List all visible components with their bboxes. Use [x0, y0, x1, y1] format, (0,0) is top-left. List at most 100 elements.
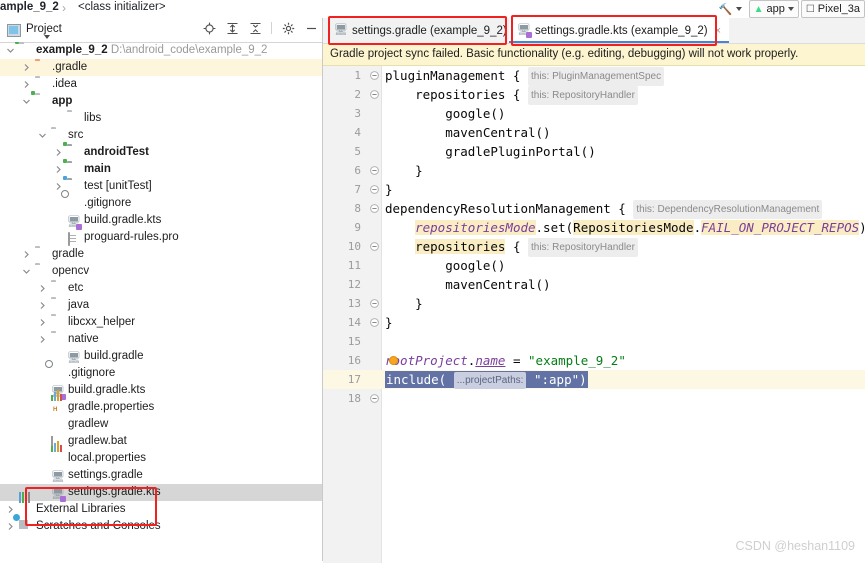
folder-orange-icon [35, 61, 48, 74]
editor-tab-settings-gradle[interactable]: 🖥settings.gradle (example_9_2)× [326, 18, 529, 43]
tree-item-gitignore[interactable]: .gitignore [0, 365, 322, 382]
code-line-17[interactable]: 17 include( ...projectPaths: ":app") [323, 370, 865, 389]
editor-tab-settings-gradle-kts[interactable]: 🖥 settings.gradle.kts (example_9_2) × [509, 18, 730, 43]
code-line-13[interactable]: 13 } [323, 294, 865, 313]
tree-item-gradle-properties[interactable]: gradle.properties [0, 390, 322, 416]
tree-item-libcxx-helper[interactable]: libcxx_helper [0, 314, 322, 331]
line-number: 10 [347, 240, 361, 253]
intention-bulb-icon[interactable] [389, 356, 398, 365]
fold-toggle-icon[interactable] [370, 318, 379, 327]
tree-item-test-unittest[interactable]: test [unitTest] [0, 178, 322, 195]
tree-item-idea[interactable]: .idea [0, 76, 322, 93]
run-configuration-selector[interactable]: ▲ app [748, 0, 799, 18]
fold-toggle-icon[interactable] [370, 299, 379, 308]
tree-item-libs[interactable]: libs [0, 110, 322, 127]
tree-item-gradle[interactable]: .gradle [0, 59, 322, 76]
code-line-11[interactable]: 11 google() [323, 256, 865, 275]
disclosure-right-icon[interactable] [22, 80, 31, 89]
code-text: mavenCentral() [385, 277, 551, 292]
tree-item-app[interactable]: app [0, 93, 322, 110]
tree-item-label: gradle [52, 248, 84, 260]
tree-item-gradle[interactable]: gradle [0, 246, 322, 263]
code-line-18[interactable]: 18 [323, 389, 865, 408]
disclosure-right-icon[interactable] [54, 165, 63, 174]
folder-icon [35, 78, 48, 91]
tree-item-external-libraries[interactable]: External Libraries [0, 492, 322, 518]
expand-all-icon[interactable] [225, 21, 239, 35]
tree-item-scratches-and-consoles[interactable]: Scratches and Consoles [0, 518, 322, 535]
disclosure-right-icon[interactable] [22, 250, 31, 259]
fold-toggle-icon[interactable] [370, 204, 379, 213]
tree-item-settings-gradle[interactable]: 🖥 settings.gradle [0, 467, 322, 484]
build-button[interactable]: 🔨 [714, 0, 747, 18]
fold-toggle-icon[interactable] [370, 185, 379, 194]
tree-item-native[interactable]: native [0, 331, 322, 348]
code-line-6[interactable]: 6 } [323, 161, 865, 180]
project-view-chevron-down-icon[interactable] [44, 28, 50, 42]
disclosure-right-icon[interactable] [22, 63, 31, 72]
collapse-all-icon[interactable] [248, 21, 262, 35]
tree-item-build-gradle-kts[interactable]: 🖥build.gradle.kts [0, 212, 322, 230]
inlay-hint: ...projectPaths: [453, 372, 527, 389]
breadcrumb-member[interactable]: <class initializer> [78, 1, 166, 13]
code-line-16[interactable]: 16 rootProject.name = "example_9_2" [323, 351, 865, 370]
code-line-8[interactable]: 8 dependencyResolutionManagement { this: … [323, 199, 865, 219]
tree-item-local-properties[interactable]: local.properties [0, 441, 322, 467]
disclosure-down-icon[interactable] [22, 267, 31, 276]
tree-item-etc[interactable]: etc [0, 280, 322, 297]
tree-item-proguard-rules-pro[interactable]: proguard-rules.pro [0, 229, 322, 246]
tree-item-gradlew-bat[interactable]: gradlew.bat [0, 433, 322, 450]
fold-toggle-icon[interactable] [370, 394, 379, 403]
folder-icon [51, 333, 64, 346]
disclosure-down-icon[interactable] [22, 97, 31, 106]
locate-icon[interactable] [202, 21, 216, 35]
tree-item-label: libs [84, 112, 102, 124]
disclosure-right-icon[interactable] [38, 318, 47, 327]
code-line-15[interactable]: 15 [323, 332, 865, 351]
code-line-14[interactable]: 14} [323, 313, 865, 332]
tree-item-java[interactable]: java [0, 297, 322, 314]
code-text-selected[interactable]: include( ...projectPaths: ":app") [385, 371, 588, 389]
tree-item-settings-gradle-kts[interactable]: 🖥 settings.gradle.kts [0, 484, 322, 502]
disclosure-down-icon[interactable] [6, 46, 15, 55]
code-line-3[interactable]: 3 google() [323, 104, 865, 123]
tree-item-label: libcxx_helper [68, 316, 136, 328]
tree-item-main[interactable]: main [0, 161, 322, 178]
disclosure-right-icon[interactable] [6, 505, 15, 514]
code-line-2[interactable]: 2 repositories { this: RepositoryHandler [323, 85, 865, 105]
code-line-5[interactable]: 5 gradlePluginPortal() [323, 142, 865, 161]
disclosure-right-icon[interactable] [6, 522, 15, 531]
code-lines[interactable]: 1 pluginManagement { this: PluginManageme… [323, 66, 865, 563]
tree-item-src[interactable]: src [0, 127, 322, 144]
disclosure-right-icon[interactable] [38, 335, 47, 344]
code-line-9[interactable]: 9 repositoriesMode.set(RepositoriesMode.… [323, 218, 865, 237]
fold-toggle-icon[interactable] [370, 90, 379, 99]
disclosure-right-icon[interactable] [54, 182, 63, 191]
device-selector[interactable]: ☐ Pixel_3a [800, 0, 865, 18]
code-line-12[interactable]: 12 mavenCentral() [323, 275, 865, 294]
code-line-7[interactable]: 7} [323, 180, 865, 199]
code-line-4[interactable]: 4 mavenCentral() [323, 123, 865, 142]
editor-tab-bar[interactable]: 🖥settings.gradle (example_9_2)×🖥settings… [323, 18, 865, 44]
code-view[interactable]: 1 pluginManagement { this: PluginManageme… [323, 66, 865, 563]
disclosure-right-icon[interactable] [54, 148, 63, 157]
tree-item-opencv[interactable]: opencv [0, 263, 322, 280]
project-tree[interactable]: example_9_2 D:\android_code\example_9_2.… [0, 42, 322, 561]
disclosure-right-icon[interactable] [38, 301, 47, 310]
code-line-10[interactable]: 10 repositories { this: RepositoryHandle… [323, 237, 865, 257]
fold-toggle-icon[interactable] [370, 242, 379, 251]
breadcrumb-file[interactable]: ample_9_2 [0, 1, 59, 13]
gear-icon[interactable] [281, 21, 295, 35]
disclosure-right-icon[interactable] [38, 284, 47, 293]
disclosure-down-icon[interactable] [38, 131, 47, 140]
close-icon[interactable]: × [715, 25, 721, 37]
tree-item-build-gradle-kts[interactable]: 🖥build.gradle.kts [0, 382, 322, 400]
tree-item-gitignore[interactable]: .gitignore [0, 195, 322, 212]
tree-item-androidtest[interactable]: androidTest [0, 144, 322, 161]
minimize-icon[interactable] [304, 21, 318, 35]
tree-item-example-9-2[interactable]: example_9_2 D:\android_code\example_9_2 [0, 42, 322, 59]
code-line-1[interactable]: 1 pluginManagement { this: PluginManageme… [323, 66, 865, 86]
tree-item-gradlew[interactable]: gradlew [0, 416, 322, 433]
fold-toggle-icon[interactable] [370, 166, 379, 175]
fold-toggle-icon[interactable] [370, 71, 379, 80]
